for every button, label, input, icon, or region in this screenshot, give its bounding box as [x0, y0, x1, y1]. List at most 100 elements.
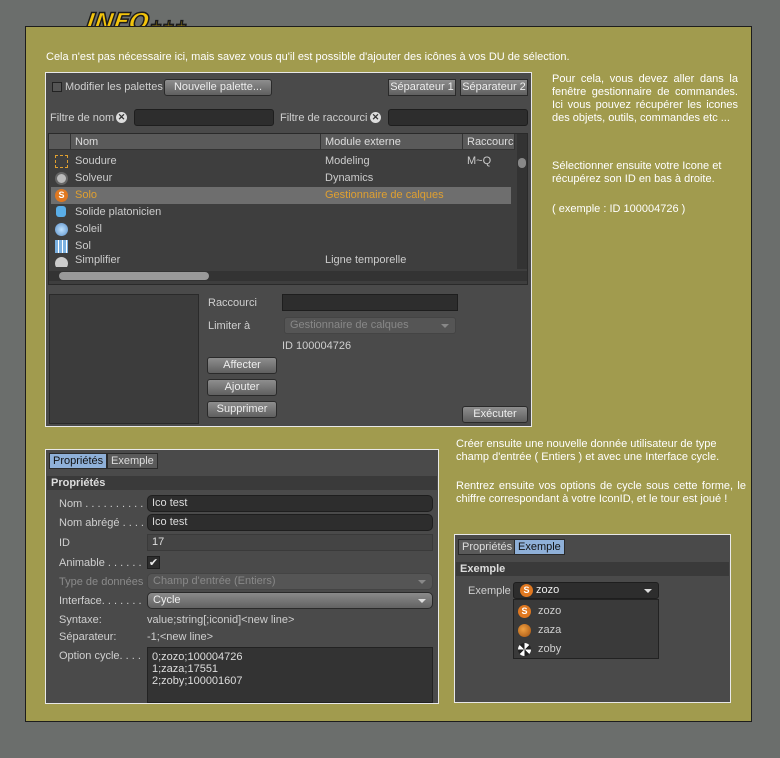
column-header-shortcut[interactable]: Raccourci — [463, 134, 515, 150]
table-row-selected[interactable]: S Solo Gestionnaire de calques — [51, 187, 511, 204]
clear-filter-name-icon[interactable]: ✕ — [116, 112, 127, 123]
modify-palettes-label: Modifier les palettes — [65, 81, 163, 93]
clear-filter-shortcut-icon[interactable]: ✕ — [370, 112, 381, 123]
tab-example[interactable]: Exemple — [107, 453, 158, 469]
solo-icon: S — [55, 189, 68, 202]
horizontal-scrollbar[interactable] — [49, 271, 527, 281]
planet-icon — [518, 624, 531, 637]
horizontal-scroll-thumb[interactable] — [59, 272, 209, 280]
note-right-2: Sélectionner ensuite votre Icone et récu… — [552, 160, 722, 185]
table-row[interactable]: Simplifier Ligne temporelle — [51, 255, 511, 267]
command-preview-pane — [49, 294, 199, 424]
cycle-options-textarea[interactable]: 0;zozo;100004726 1;zaza;17551 2;zoby;100… — [147, 647, 433, 703]
limit-label: Limiter à — [208, 320, 251, 332]
limit-value: Gestionnaire de calques — [290, 319, 409, 331]
weld-icon — [55, 155, 68, 168]
interface-select[interactable]: Cycle — [147, 592, 433, 609]
note-top: Cela n'est pas nécessaire ici, mais save… — [46, 51, 570, 63]
command-manager-window: Modifier les palettes Nouvelle palette..… — [45, 72, 532, 427]
table-row[interactable]: Soleil — [51, 221, 511, 238]
shortcut-input[interactable] — [282, 294, 458, 311]
column-module-label: Module externe — [325, 136, 401, 148]
option-label: zozo — [538, 605, 562, 617]
table-row[interactable]: Solide platonicien — [51, 204, 511, 221]
data-type-select[interactable]: Champ d'entrée (Entiers) — [147, 573, 433, 590]
row-module: Ligne temporelle — [325, 255, 407, 266]
syntax-label: Syntaxe: — [59, 614, 102, 626]
filter-shortcut-input[interactable] — [388, 109, 528, 126]
option-label: zoby — [538, 643, 562, 655]
example-cycle-select[interactable]: S zozo — [513, 582, 659, 599]
row-name: Sol — [75, 240, 91, 252]
command-id-text: ID 100004726 — [282, 340, 352, 352]
animatable-label: Animable . . . . . . — [59, 557, 142, 569]
column-name-label: Nom — [75, 136, 99, 148]
solo-icon: S — [520, 584, 533, 597]
modify-palettes-checkbox[interactable] — [52, 82, 62, 92]
data-type-label: Type de données — [59, 576, 144, 588]
example-window: Propriétés Exemple Exemple Exemple S zoz… — [454, 534, 731, 703]
data-type-value: Champ d'entrée (Entiers) — [153, 575, 276, 587]
note-right-3: ( exemple : ID 100004726 ) — [552, 203, 686, 215]
gear-icon — [55, 172, 68, 185]
short-name-label: Nom abrégé . . . . — [59, 517, 144, 529]
row-module: Gestionnaire de calques — [325, 189, 444, 201]
add-button[interactable]: Ajouter — [207, 379, 277, 396]
name-input[interactable]: Ico test — [147, 495, 433, 512]
filter-name-input[interactable] — [134, 109, 274, 126]
tab-properties[interactable]: Propriétés — [49, 453, 108, 469]
option-label: zaza — [538, 624, 562, 636]
short-name-input[interactable]: Ico test — [147, 514, 433, 531]
row-name: Solide platonicien — [75, 206, 162, 218]
separator-label: Séparateur: — [59, 631, 117, 643]
solo-icon: S — [518, 605, 531, 618]
chevron-down-icon — [418, 599, 426, 603]
row-name: Simplifier — [75, 255, 121, 266]
column-header-module[interactable]: Module externe — [321, 134, 463, 150]
table-row[interactable]: Sol — [51, 238, 511, 255]
separator-value: -1;<new line> — [147, 631, 214, 643]
cycle-options-label: Option cycle. . . . — [59, 650, 141, 662]
cycle-line: 1;zaza;17551 — [152, 663, 219, 675]
dropdown-option-zozo[interactable]: S zozo — [514, 602, 658, 621]
row-name: Solveur — [75, 172, 113, 184]
limit-select[interactable]: Gestionnaire de calques — [284, 317, 456, 334]
column-shortcut-label: Raccourci — [467, 136, 515, 148]
dropdown-option-zoby[interactable]: zoby — [514, 640, 658, 659]
table-row[interactable]: Solveur Dynamics — [51, 170, 511, 187]
simplify-icon — [55, 257, 68, 267]
note-right-1: Pour cela, vous devez aller dans la fenê… — [552, 73, 738, 124]
chevron-down-icon — [644, 589, 652, 593]
shortcut-label: Raccourci — [208, 297, 257, 309]
tab-properties[interactable]: Propriétés — [458, 539, 517, 555]
new-palette-button[interactable]: Nouvelle palette... — [164, 79, 272, 96]
dropdown-option-zaza[interactable]: zaza — [514, 621, 658, 640]
command-list: Nom Module externe Raccourci Soudure Mod… — [48, 133, 528, 285]
floor-icon — [55, 240, 68, 253]
separator-2-button[interactable]: Séparateur 2 — [460, 79, 528, 96]
execute-button[interactable]: Exécuter — [462, 406, 528, 423]
tab-example[interactable]: Exemple — [514, 539, 565, 555]
interface-label: Interface. . . . . . . — [59, 595, 142, 607]
delete-button[interactable]: Supprimer — [207, 401, 277, 418]
filter-name-label: Filtre de nom — [50, 112, 115, 124]
cycle-line: 2;zoby;100001607 — [152, 675, 243, 687]
chevron-down-icon — [418, 580, 426, 584]
column-header-name[interactable]: Nom — [71, 134, 321, 150]
table-row[interactable]: Soudure Modeling M~Q — [51, 153, 511, 170]
id-value: 17 — [147, 534, 433, 551]
separator-1-button[interactable]: Séparateur 1 — [388, 79, 456, 96]
note-mid-1: Créer ensuite une nouvelle donnée utilis… — [456, 438, 720, 463]
syntax-value: value;string[;iconid]<new line> — [147, 614, 295, 626]
example-selected-value: zozo — [536, 584, 560, 596]
row-module: Dynamics — [325, 172, 374, 184]
row-name: Soleil — [75, 223, 102, 235]
vertical-scrollbar[interactable] — [517, 134, 527, 269]
animatable-checkbox[interactable]: ✔ — [147, 556, 160, 569]
user-data-properties-window: Propriétés Exemple Propriétés Nom . . . … — [45, 449, 439, 704]
note-mid-2: Rentrez ensuite vos options de cycle sou… — [456, 480, 746, 505]
sun-icon — [55, 223, 68, 236]
vertical-scroll-thumb[interactable] — [518, 158, 526, 168]
assign-button[interactable]: Affecter — [207, 357, 277, 374]
row-name: Soudure — [75, 155, 117, 167]
